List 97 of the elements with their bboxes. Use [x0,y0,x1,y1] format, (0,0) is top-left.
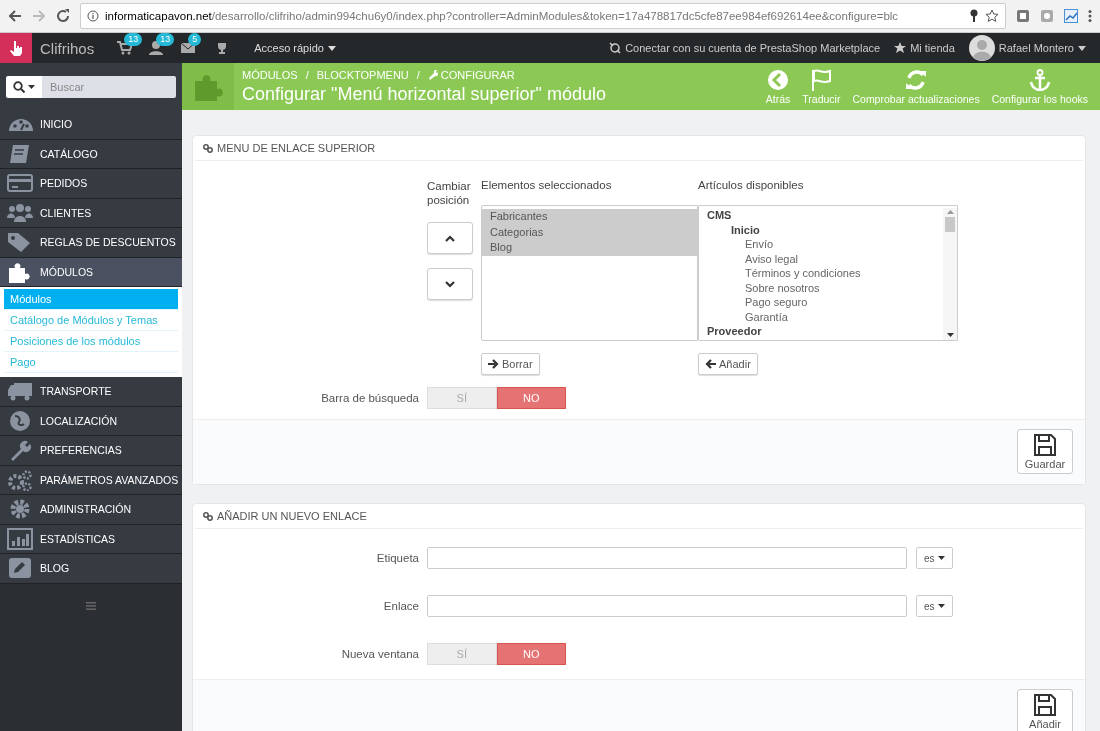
save-button[interactable]: Guardar [1017,429,1073,474]
remove-button[interactable]: Borrar [481,353,540,375]
caret-icon [28,84,35,89]
notification-count: 5 [188,33,202,46]
caret-icon [946,333,954,337]
list-group-label: CMS [706,208,733,223]
arrow-right-icon [488,359,499,369]
wrench-icon [427,69,438,80]
list-option[interactable]: Blog [482,240,697,256]
language-dropdown[interactable]: es [916,547,953,569]
list-group-label: Inicio [730,222,761,237]
text-field[interactable] [427,547,907,569]
list-option[interactable]: Proveedor [699,324,943,339]
truck-icon [7,380,33,403]
sidebar-item[interactable]: MÓDULOS [0,257,182,287]
selected-items-list[interactable]: Fabricantes Categorias Blog [481,205,698,341]
link-icon [203,143,213,153]
cart-icon [116,40,133,56]
scrollbar-thumb[interactable] [945,217,955,232]
star-icon [985,9,999,23]
flag-icon [810,68,833,91]
refresh-icon [905,68,928,91]
available-items-list[interactable]: CMS Inicio Envío Aviso legal Términos y condiciones Sobre nosotros Pago seguro Garantía Proveedor [698,205,958,341]
list-option[interactable]: Sobre nosotros [699,280,943,295]
reload-icon [56,9,70,23]
breadcrumb-separator: / [416,68,420,81]
tag-icon [7,231,33,254]
back-icon [767,68,790,91]
panel-title: MENU DE ENLACE SUPERIOR [217,142,376,154]
puzzle-icon [7,260,33,283]
chevron-down-icon [445,280,455,288]
anchor-icon [1028,68,1051,91]
field-label: Barra de búsqueda [320,392,419,404]
notification-count: 13 [156,33,175,46]
caret-icon [937,604,945,608]
list-option[interactable]: Garantía [699,309,943,324]
text-field[interactable] [427,595,907,617]
marketplace-link[interactable]: Conectar con su cuenta de PrestaShop Marketplace [609,42,881,54]
logo-tile[interactable] [0,33,32,63]
extension-icon [1040,9,1054,23]
menu-icon [86,601,96,610]
language-dropdown[interactable]: es [916,595,953,617]
list-option[interactable]: Pago seguro [699,295,943,310]
list-option[interactable]: Envío [699,237,943,252]
search-field[interactable]: Buscar [42,75,176,98]
link-icon [203,511,213,521]
gears-icon [7,468,33,491]
card-icon [7,172,33,195]
column-label: Cambiar posición [427,179,472,207]
caret-icon [937,556,945,560]
address-bar[interactable]: informaticapavon.net/desarrollo/clifriho/admin994chu6y0/index.php?controller=AdminModules&token=17a478817dc5cfe87ee984ef692614ee&configure=blc [80,3,1006,29]
breadcrumb-separator: / [305,68,309,81]
search-icon [13,80,25,93]
url-text: informaticapavon.net/desarrollo/clifriho/admin994chu6y0/index.php?controller=AdminModules&token=17a478817dc5cfe87ee984ef692614ee&configure=blc [105,10,900,22]
arrow-left-icon [705,359,716,369]
bar-chart-icon [7,527,33,550]
panel-title: AÑADIR UN NUEVO ENLACE [217,510,367,522]
caret-icon [327,45,336,51]
pencil-icon [7,557,33,580]
column-label: Artículos disponibles [698,179,804,191]
list-option[interactable]: Fabricantes [482,209,697,225]
add-button[interactable]: Añadir [698,353,758,375]
hand-icon [9,40,23,56]
scrollbar[interactable] [943,208,957,340]
quick-access-menu[interactable]: Acceso rápido [254,42,336,54]
avatar-icon [968,35,995,61]
shop-name[interactable]: Clifrihos [40,39,95,57]
back-icon [8,9,22,23]
field-label: Nueva ventana [340,648,419,660]
key-icon [969,9,979,23]
list-option[interactable]: Aviso legal [699,251,943,266]
trophy-icon [216,42,229,54]
extension-icon [1016,9,1030,23]
menu-icon [1088,9,1092,23]
search-type-dropdown[interactable] [6,75,42,98]
list-option[interactable]: Términos y condiciones [699,266,943,281]
info-icon [87,10,99,22]
floppy-icon [1034,433,1056,456]
caret-icon [1078,45,1086,51]
move-up-button[interactable] [427,222,473,254]
user-menu[interactable]: Rafael Montero [968,35,1086,61]
people-icon [7,201,33,224]
star-icon [894,42,907,54]
forward-icon [32,9,46,23]
chart-icon [1064,9,1078,23]
save-button[interactable]: Añadir [1017,689,1073,731]
field-label: Enlace [382,600,419,612]
notification-count: 13 [124,33,143,46]
column-label: Elementos seleccionados [481,179,612,191]
move-down-button[interactable] [427,268,473,300]
my-store-link[interactable]: Mi tienda [894,42,955,54]
caret-icon [946,210,954,214]
field-label: Etiqueta [375,552,419,564]
chevron-up-icon [445,234,455,242]
page-title: Configurar "Menú horizontal superior" módulo [242,83,606,105]
floppy-icon [1034,693,1056,716]
globe-icon [7,409,33,432]
